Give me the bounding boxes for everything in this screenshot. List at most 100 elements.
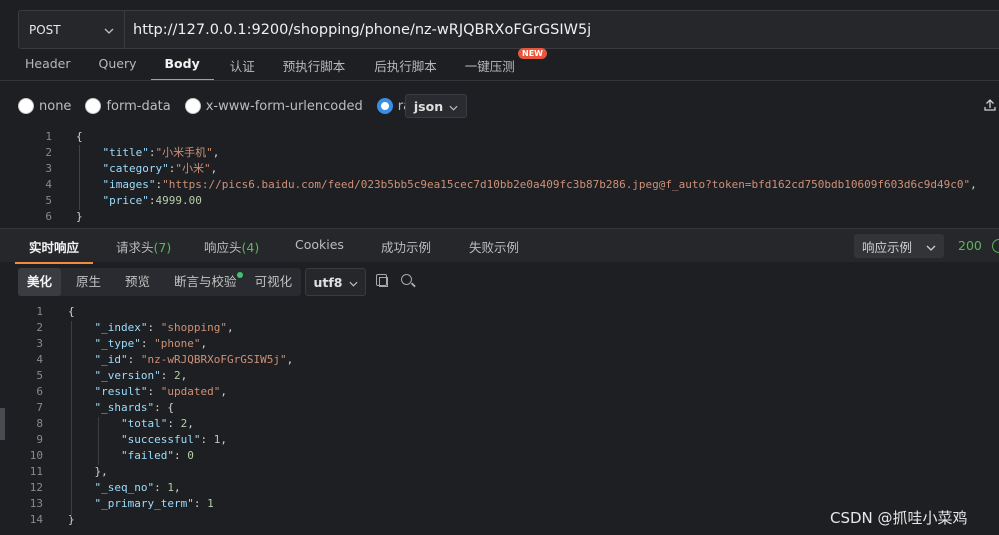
copy-icon[interactable]: [376, 274, 388, 287]
radio-label: form-data: [106, 98, 171, 114]
tab-body[interactable]: Body: [150, 52, 215, 81]
url-bar: POST http://127.0.0.1:9200/shopping/phon…: [18, 10, 999, 49]
radio-circle[interactable]: [85, 98, 102, 114]
request-body-editor[interactable]: 1{ 2 "title":"小米手机", 3 "category":"小米", …: [0, 128, 999, 226]
tab-live-response[interactable]: 实时响应: [14, 237, 94, 264]
code-text: {: [76, 130, 83, 143]
line-number: 14: [29, 513, 43, 526]
radio-urlencoded[interactable]: x-www-form-urlencoded: [184, 98, 363, 114]
code-text: "successful": 1,: [120, 433, 227, 446]
tab-header[interactable]: Header: [25, 52, 71, 80]
encoding-select[interactable]: utf8: [305, 268, 366, 296]
tab-pre-script[interactable]: 预执行脚本: [283, 52, 346, 80]
indent-guide: [79, 145, 80, 210]
line-number: 2: [45, 146, 52, 159]
watermark: CSDN @抓哇小菜鸡: [830, 509, 968, 527]
line-number: 12: [29, 481, 43, 494]
view-preview[interactable]: 预览: [116, 268, 159, 296]
tab-cookies[interactable]: Cookies: [295, 237, 344, 252]
status-ok-icon: [992, 239, 999, 253]
view-pretty[interactable]: 美化: [18, 268, 62, 296]
line-number: 3: [45, 162, 52, 175]
code-text: "title":"小米手机",: [102, 146, 220, 159]
response-example-select[interactable]: 响应示例: [854, 234, 944, 258]
code-text: "_version": 2,: [94, 369, 188, 382]
tab-label: 成功示例: [381, 240, 432, 255]
radio-none[interactable]: none: [18, 98, 71, 114]
line-number: 5: [45, 194, 52, 207]
tab-count: (7): [153, 240, 172, 255]
tab-request-headers[interactable]: 请求头(7): [116, 237, 171, 256]
radio-circle[interactable]: [376, 98, 393, 114]
response-tabs: 实时响应 请求头(7) 响应头(4) Cookies 成功示例 失败示例 响应示…: [0, 228, 999, 264]
code-text: "_index": "shopping",: [94, 321, 234, 334]
tab-failure-example[interactable]: 失败示例: [469, 237, 519, 256]
line-number: 1: [45, 130, 52, 143]
tab-query[interactable]: Query: [99, 52, 137, 80]
view-assertions[interactable]: 断言与校验: [165, 268, 246, 296]
new-badge: NEW: [518, 48, 547, 59]
search-icon[interactable]: [401, 274, 412, 285]
code-text: "result": "updated",: [94, 385, 227, 398]
code-text: "price":4999.00: [102, 194, 202, 207]
view-mode-bar: 美化 原生 预览 断言与校验 可视化: [18, 268, 302, 296]
code-text: }: [76, 210, 83, 223]
tab-auth[interactable]: 认证: [230, 52, 255, 80]
line-number: 1: [36, 305, 43, 318]
line-number: 4: [45, 178, 52, 191]
code-text: "_type": "phone",: [94, 337, 208, 350]
line-number: 6: [45, 210, 52, 223]
code-text: "_primary_term": 1: [94, 497, 214, 510]
method-label: POST: [29, 22, 61, 37]
line-number: 10: [29, 449, 43, 462]
view-raw[interactable]: 原生: [67, 268, 110, 296]
tab-success-example[interactable]: 成功示例: [381, 237, 431, 256]
line-number: 11: [29, 465, 43, 478]
tab-count: (4): [241, 240, 260, 255]
method-select[interactable]: POST: [19, 11, 125, 48]
radio-form-data[interactable]: form-data: [85, 98, 171, 114]
chevron-down-icon: [449, 99, 458, 114]
response-body: 1 { 2 "_index": "shopping", 3 "_type": "p…: [0, 304, 999, 535]
line-number: 9: [36, 433, 43, 446]
code-text: "total": 2,: [120, 417, 194, 430]
raw-format-label: json: [413, 98, 444, 114]
code-text: },: [68, 465, 108, 478]
raw-format-select[interactable]: json: [405, 94, 467, 118]
tab-response-headers[interactable]: 响应头(4): [204, 237, 259, 256]
code-text: "_shards": {: [94, 401, 174, 414]
line-number: 6: [36, 385, 43, 398]
line-number: 2: [36, 321, 43, 334]
tab-label: 实时响应: [29, 240, 80, 255]
encoding-label: utf8: [313, 274, 343, 290]
indent-guide: [71, 321, 72, 517]
line-number: 5: [36, 369, 43, 382]
code-text: "_seq_no": 1,: [94, 481, 181, 494]
line-number: 13: [29, 497, 43, 510]
url-input[interactable]: http://127.0.0.1:9200/shopping/phone/nz-…: [125, 22, 591, 38]
view-visualize[interactable]: 可视化: [246, 268, 302, 296]
radio-circle[interactable]: [18, 98, 34, 114]
upload-icon[interactable]: [983, 98, 997, 116]
status-code: 200: [958, 238, 982, 253]
chevron-down-icon: [926, 239, 936, 254]
radio-circle[interactable]: [184, 98, 201, 114]
code-text: "images":"https://pics6.baidu.com/feed/0…: [102, 178, 977, 191]
scrollbar-marker[interactable]: [0, 408, 5, 440]
radio-label: x-www-form-urlencoded: [205, 98, 363, 114]
line-number: 4: [36, 353, 43, 366]
select-label: 响应示例: [862, 239, 913, 255]
indent-guide: [98, 417, 99, 465]
tab-stress-test[interactable]: 一键压测: [465, 52, 515, 80]
radio-label: none: [39, 98, 72, 114]
chevron-down-icon: [348, 275, 358, 290]
body-type-radios: none form-data x-www-form-urlencoded raw: [18, 93, 436, 119]
tab-post-script[interactable]: 后执行脚本: [374, 52, 437, 80]
request-tabs: Header Query Body 认证 预执行脚本 后执行脚本 一键压测: [0, 52, 520, 81]
tab-label: 请求头: [116, 240, 154, 255]
tab-label: 响应头: [204, 240, 242, 255]
line-number: 8: [36, 417, 43, 430]
tab-label: 失败示例: [469, 240, 520, 255]
line-number: 7: [36, 401, 43, 414]
code-text: {: [68, 305, 75, 318]
